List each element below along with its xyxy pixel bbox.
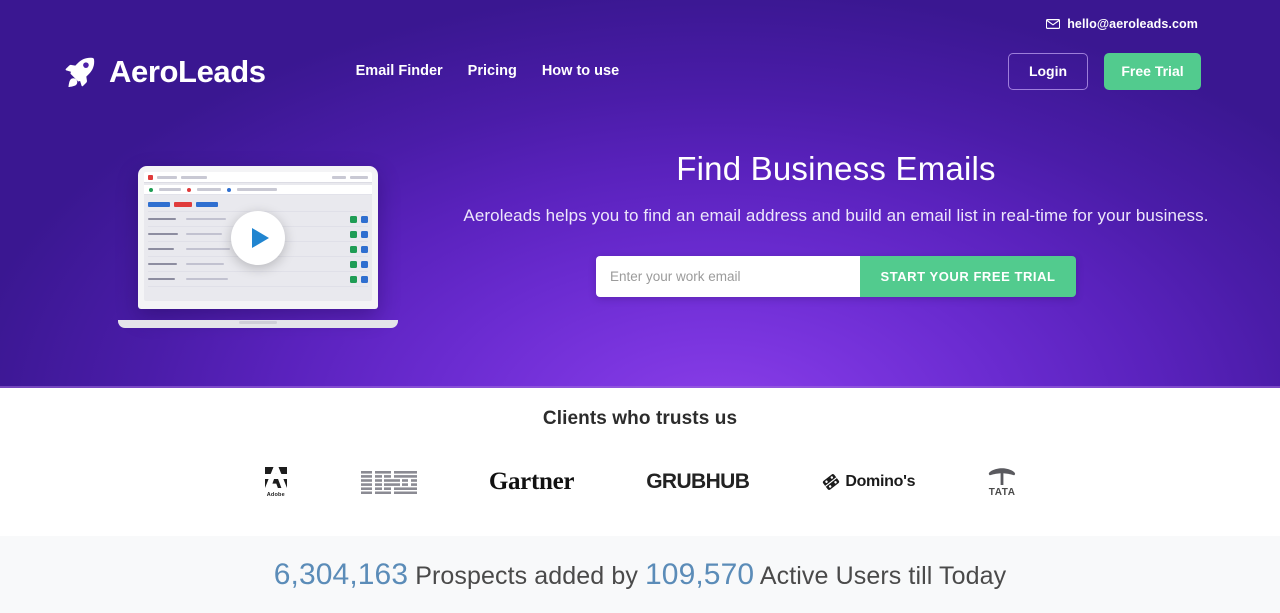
laptop-notch [239, 321, 277, 324]
signup-form: START YOUR FREE TRIAL [596, 255, 1076, 297]
client-logo-tata: TATA [987, 462, 1017, 502]
app-mock-button [148, 201, 170, 207]
gartner-logo-text: Gartner [488, 468, 575, 495]
adobe-logo-icon [262, 467, 289, 488]
prospects-count: 6,304,163 [273, 557, 409, 591]
app-mock-chip [181, 175, 207, 179]
app-mock-button [196, 201, 218, 207]
client-logo-gartner: Gartner [488, 462, 575, 502]
hero-subtitle: Aeroleads helps you to find an email add… [463, 205, 1209, 225]
auth-buttons: Login Free Trial [1008, 52, 1201, 90]
hero-title: Find Business Emails [676, 150, 996, 187]
client-logo-grubhub: GRUBHUB [646, 462, 750, 502]
brand-logo[interactable]: AeroLeads [62, 53, 266, 89]
app-mock-row [148, 272, 368, 287]
free-trial-button[interactable]: Free Trial [1104, 52, 1201, 90]
ibm-logo-icon [360, 470, 417, 494]
tata-logo-icon [988, 467, 1016, 485]
dominos-tile-icon [823, 474, 840, 490]
nav-item-email-finder[interactable]: Email Finder [356, 63, 443, 79]
app-mock-row [148, 197, 368, 212]
dominos-logo-text: Domino's [845, 473, 916, 490]
app-mock-logo [148, 174, 153, 180]
main-navigation: AeroLeads Email Finder Pricing How to us… [0, 44, 1280, 98]
prospects-label: Prospects added by [415, 561, 638, 590]
login-button[interactable]: Login [1008, 52, 1088, 90]
work-email-input[interactable] [596, 255, 860, 297]
app-mock-chip [159, 188, 181, 191]
app-mock-chip [157, 175, 177, 179]
play-icon [251, 228, 269, 248]
app-mock-dot [227, 187, 231, 192]
envelope-icon [1046, 19, 1061, 29]
nav-links: Email Finder Pricing How to use [356, 63, 620, 79]
app-mock-topbar [144, 172, 372, 183]
app-mock-dot [149, 187, 153, 192]
stats-section: 6,304,163 Prospects added by 109,570 Act… [0, 536, 1280, 613]
active-users-label: Active Users till Today [759, 561, 1007, 590]
client-logo-dominos: Domino's [821, 462, 915, 502]
start-free-trial-button[interactable]: START YOUR FREE TRIAL [860, 255, 1076, 297]
brand-name: AeroLeads [109, 53, 266, 89]
grubhub-logo-text: GRUBHUB [646, 470, 750, 493]
clients-title: Clients who trusts us [542, 408, 738, 429]
nav-item-how-to-use[interactable]: How to use [542, 63, 619, 79]
clients-section: Clients who trusts us Adobe Gartner GRUB… [0, 388, 1280, 536]
app-mock-chip [350, 175, 368, 179]
app-mock-button [174, 201, 192, 207]
contact-email[interactable]: hello@aeroleads.com [1046, 17, 1198, 31]
app-mock-chip [332, 175, 346, 179]
client-logo-adobe: Adobe [262, 462, 289, 502]
hero-section: hello@aeroleads.com AeroLeads Email Find… [0, 0, 1280, 388]
app-mock-dot [187, 187, 191, 192]
adobe-logo-caption: Adobe [266, 492, 285, 498]
client-logo-ibm [360, 462, 417, 502]
stats-line: 6,304,163 Prospects added by 109,570 Act… [274, 558, 1006, 592]
nav-item-pricing[interactable]: Pricing [468, 63, 517, 79]
play-video-button[interactable] [231, 211, 285, 265]
contact-email-text: hello@aeroleads.com [1067, 17, 1198, 31]
client-logo-strip: Adobe Gartner GRUBHUB Domino's TATA [0, 462, 1280, 502]
app-mock-chip [237, 188, 277, 191]
hero-video-mockup[interactable] [118, 166, 398, 328]
app-mock-filters [144, 185, 372, 195]
hero-copy: Find Business Emails Aeroleads helps you… [430, 150, 1242, 297]
active-users-count: 109,570 [645, 557, 755, 591]
laptop-base [118, 320, 398, 328]
rocket-icon [65, 57, 95, 88]
tata-logo-text: TATA [988, 486, 1016, 498]
app-mock-chip [197, 188, 221, 191]
